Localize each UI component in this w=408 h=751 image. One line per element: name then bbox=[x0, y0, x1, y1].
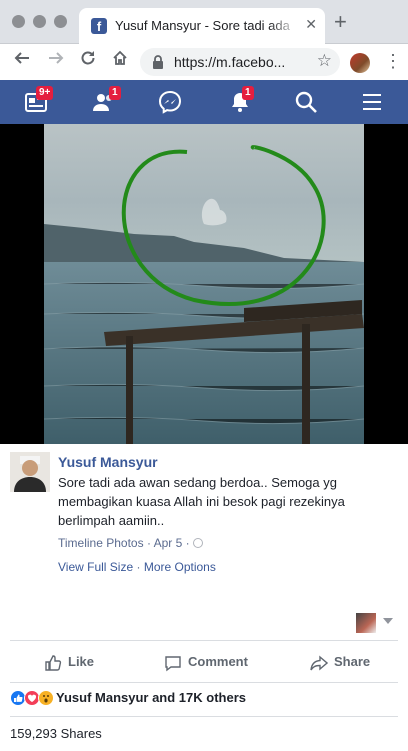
notifications-badge: 1 bbox=[242, 86, 254, 100]
facebook-nav-bar: 9+ 1 1 bbox=[0, 80, 408, 124]
photo-options: View Full Size · More Options bbox=[58, 560, 216, 574]
chevron-down-icon[interactable] bbox=[383, 618, 393, 624]
feed-icon[interactable]: 9+ bbox=[24, 86, 54, 114]
url-text: https://m.facebo... bbox=[174, 54, 286, 70]
author-name[interactable]: Yusuf Mansyur bbox=[58, 454, 158, 470]
divider bbox=[10, 640, 398, 641]
viewer-profile-thumbnail[interactable] bbox=[356, 613, 376, 633]
search-icon[interactable] bbox=[294, 90, 318, 114]
feed-badge: 9+ bbox=[36, 86, 54, 100]
messenger-icon[interactable] bbox=[158, 90, 182, 114]
friend-requests-badge: 1 bbox=[109, 86, 121, 100]
browser-tab[interactable]: f Yusuf Mansyur - Sore tadi ada ✕ bbox=[79, 8, 325, 44]
reactions-summary[interactable]: Yusuf Mansyur and 17K others bbox=[56, 690, 246, 705]
comment-icon bbox=[165, 655, 181, 671]
back-arrow-icon[interactable] bbox=[10, 49, 34, 73]
forward-arrow-icon[interactable] bbox=[44, 49, 68, 73]
shares-count[interactable]: 159,293 Shares bbox=[10, 726, 102, 741]
bookmark-star-icon[interactable]: ☆ bbox=[317, 51, 332, 71]
close-window-button[interactable] bbox=[12, 15, 25, 28]
post-text: Sore tadi ada awan sedang berdoa.. Semog… bbox=[58, 475, 345, 528]
home-icon[interactable] bbox=[108, 49, 132, 73]
profile-avatar-icon[interactable] bbox=[350, 53, 370, 73]
view-full-size-link[interactable]: View Full Size bbox=[58, 560, 133, 574]
comment-button[interactable]: Comment bbox=[164, 650, 248, 674]
browser-tab-strip: f Yusuf Mansyur - Sore tadi ada ✕ + bbox=[0, 0, 408, 44]
friend-requests-icon[interactable]: 1 bbox=[92, 86, 121, 114]
minimize-window-button[interactable] bbox=[33, 15, 46, 28]
share-icon bbox=[310, 655, 329, 671]
zoom-window-button[interactable] bbox=[54, 15, 67, 28]
author-avatar[interactable] bbox=[10, 452, 50, 492]
divider bbox=[10, 682, 398, 683]
browser-toolbar: https://m.facebo... ☆ ⋮ bbox=[0, 44, 408, 80]
post-date[interactable]: Apr 5 bbox=[154, 536, 183, 550]
share-button[interactable]: Share bbox=[310, 650, 370, 674]
menu-icon[interactable] bbox=[360, 90, 384, 114]
new-tab-button[interactable]: + bbox=[334, 11, 347, 33]
browser-menu-icon[interactable]: ⋮ bbox=[384, 52, 402, 70]
wow-reaction-icon bbox=[38, 690, 54, 706]
album-link[interactable]: Timeline Photos bbox=[58, 536, 144, 550]
facebook-favicon-icon: f bbox=[91, 18, 107, 34]
reload-icon[interactable] bbox=[76, 49, 100, 73]
photo-viewer bbox=[0, 124, 408, 444]
like-button[interactable]: Like bbox=[44, 650, 94, 674]
address-bar[interactable]: https://m.facebo... ☆ bbox=[140, 48, 340, 76]
tab-close-icon[interactable]: ✕ bbox=[305, 16, 317, 32]
globe-icon bbox=[192, 538, 203, 548]
post-meta: Timeline Photos · Apr 5 · bbox=[58, 536, 203, 550]
like-icon bbox=[45, 654, 62, 671]
more-options-link[interactable]: More Options bbox=[144, 560, 216, 574]
notifications-icon[interactable]: 1 bbox=[228, 86, 254, 114]
lock-icon bbox=[153, 55, 163, 69]
divider bbox=[10, 716, 398, 717]
post-photo[interactable] bbox=[44, 124, 364, 444]
